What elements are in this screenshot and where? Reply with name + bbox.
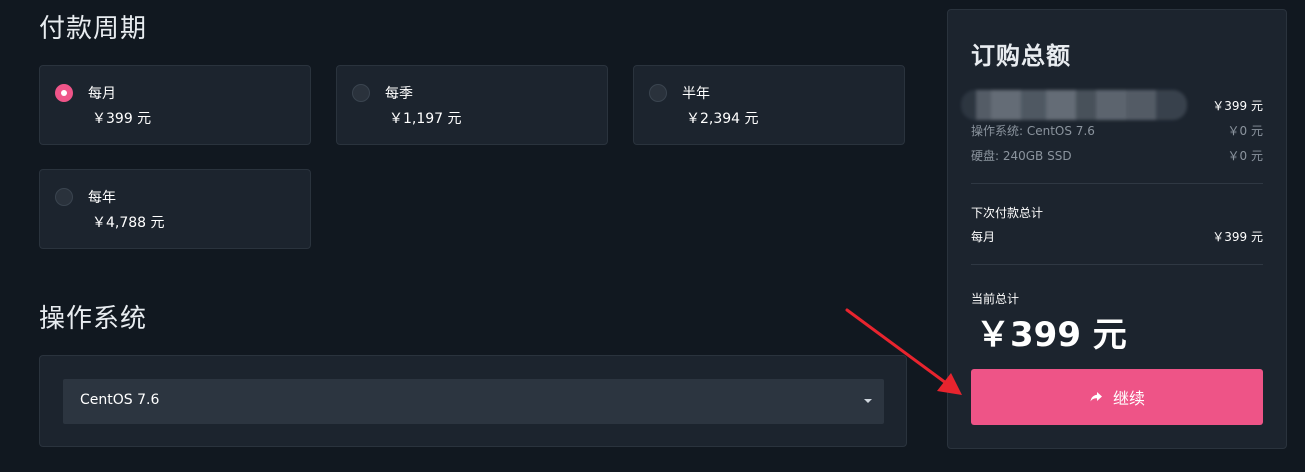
summary-divider [971,183,1263,184]
billing-option-annual[interactable]: 每年 ￥4,788 元 [39,169,311,249]
summary-line-value: ￥0 元 [1227,149,1263,163]
share-arrow-icon [1090,392,1102,402]
continue-label: 继续 [1112,389,1145,408]
billing-option-name: 半年 [682,86,710,102]
summary-line-os: 操作系统: CentOS 7.6 ￥0 元 [971,122,1263,140]
checkout-page: 付款周期 每月 ￥399 元 每季 ￥1,197 元 半年 ￥2,394 元 每… [0,0,1305,472]
next-payment-label-row: 下次付款总计 [971,204,1263,222]
billing-option-price: ￥2,394 元 [686,111,759,127]
product-price-row: ￥399 元 [971,97,1263,115]
current-total-amount: ￥399 元 [976,315,1127,355]
current-total-label: 当前总计 [971,292,1020,306]
summary-title: 订购总额 [971,42,1071,70]
billing-option-price: ￥4,788 元 [92,215,165,231]
product-price: ￥399 元 [1212,99,1263,113]
os-panel: CentOS 7.6 [39,355,907,447]
radio-unchecked-icon[interactable] [649,84,667,102]
radio-unchecked-icon[interactable] [55,188,73,206]
billing-cycle-title: 付款周期 [39,14,148,44]
billing-option-quarterly[interactable]: 每季 ￥1,197 元 [336,65,608,145]
os-select-value: CentOS 7.6 [80,392,160,408]
summary-line-label: 操作系统: CentOS 7.6 [971,124,1095,138]
billing-option-semiannual[interactable]: 半年 ￥2,394 元 [633,65,905,145]
next-payment-cycle: 每月 [971,230,996,244]
os-select[interactable]: CentOS 7.6 [63,379,884,424]
continue-button[interactable]: 继续 [971,369,1263,425]
summary-divider [971,264,1263,265]
summary-line-value: ￥0 元 [1227,124,1263,138]
billing-option-price: ￥399 元 [92,111,152,127]
billing-option-name: 每季 [385,86,413,102]
summary-line-disk: 硬盘: 240GB SSD ￥0 元 [971,147,1263,165]
summary-line-label: 硬盘: 240GB SSD [971,149,1072,163]
radio-checked-icon[interactable] [55,84,73,102]
order-summary: 订购总额 ￥399 元 操作系统: CentOS 7.6 ￥0 元 硬盘: 24… [947,9,1287,449]
next-payment-row: 每月 ￥399 元 [971,228,1263,246]
billing-option-name: 每年 [88,190,116,206]
caret-down-icon[interactable] [864,399,872,403]
next-payment-value: ￥399 元 [1212,230,1263,244]
billing-option-name: 每月 [88,86,116,102]
radio-unchecked-icon[interactable] [352,84,370,102]
os-title: 操作系统 [39,304,148,334]
next-payment-label: 下次付款总计 [971,206,1044,220]
billing-option-monthly[interactable]: 每月 ￥399 元 [39,65,311,145]
billing-option-price: ￥1,197 元 [389,111,462,127]
